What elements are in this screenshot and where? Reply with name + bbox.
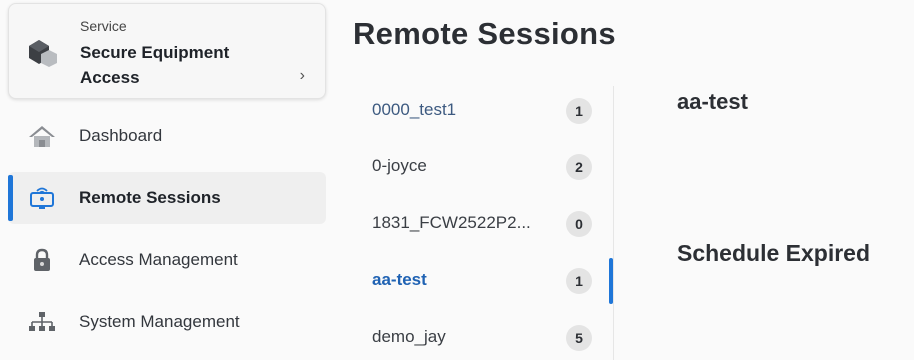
session-name: 1831_FCW2522P2... [372,213,531,232]
sidebar-item-access-management[interactable]: Access Management [8,234,326,286]
lock-icon [34,248,50,271]
page-title: Remote Sessions [353,16,616,51]
sidebar-item-label: Remote Sessions [79,188,221,207]
sidebar-item-remote-sessions[interactable]: Remote Sessions [8,172,326,224]
session-name: aa-test [372,270,427,289]
sidebar-item-system-management[interactable]: System Management [8,296,326,348]
session-item-selected[interactable]: aa-test 1 [360,260,614,302]
service-name: Secure Equipment Access [80,43,230,87]
service-selector[interactable]: Service Secure Equipment Access › [8,3,326,99]
selected-session-indicator [609,258,613,304]
session-item[interactable]: 0000_test1 1 [360,90,614,132]
session-count-badge: 0 [566,211,592,237]
sidebar-item-label: System Management [79,312,240,331]
cube-icon [29,40,57,67]
remote-monitor-icon [30,187,54,209]
session-count-badge: 5 [566,325,592,351]
session-name: demo_jay [372,327,446,346]
sidebar-item-dashboard[interactable]: Dashboard [8,110,326,162]
home-icon [29,126,55,147]
session-name: 0-joyce [372,156,427,175]
session-count-badge: 1 [566,268,592,294]
session-name: 0000_test1 [372,100,457,119]
hierarchy-icon [29,312,55,331]
sidebar-item-label: Dashboard [79,126,163,145]
session-item[interactable]: demo_jay 5 [360,317,614,359]
sidebar-item-label: Access Management [79,250,238,269]
chevron-right-icon: › [299,67,305,84]
session-count-badge: 2 [566,154,592,180]
session-count-badge: 1 [566,98,592,124]
session-detail-title: aa-test [677,89,748,114]
session-item[interactable]: 0-joyce 2 [360,146,614,188]
service-kicker: Service [80,18,127,34]
session-status: Schedule Expired [677,240,871,266]
session-item[interactable]: 1831_FCW2522P2... 0 [360,203,614,245]
active-indicator [8,175,13,221]
